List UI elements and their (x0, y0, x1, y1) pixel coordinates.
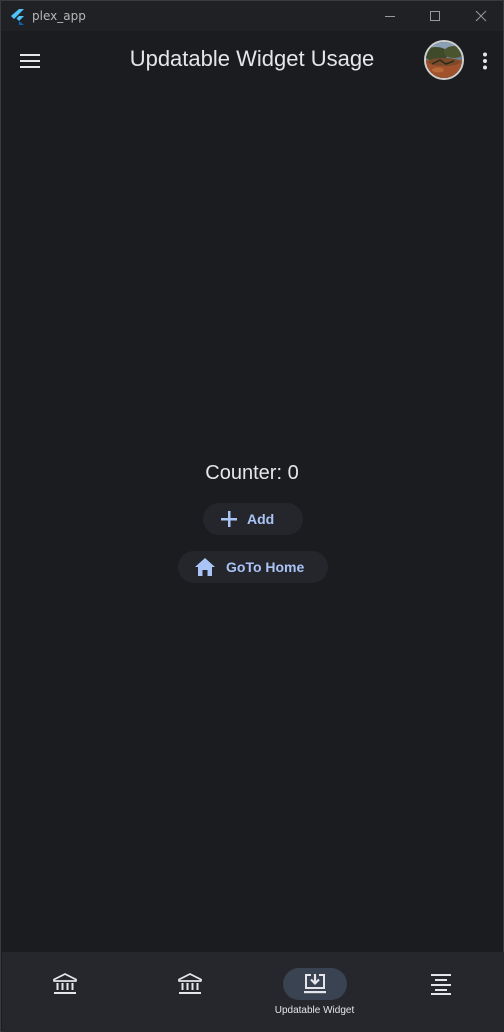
hamburger-menu-icon (20, 54, 40, 68)
window-title: plex_app (32, 9, 86, 23)
app-bar: Updatable Widget Usage (1, 31, 503, 91)
nav-item-label: Updatable Widget (274, 1005, 355, 1016)
nav-item-updatable-widget[interactable]: Updatable Widget (252, 952, 377, 1032)
nav-item-4[interactable] (378, 952, 503, 1032)
nav-icon-container (33, 968, 97, 1000)
minimize-button[interactable] (367, 1, 413, 31)
add-button-label: Add (247, 511, 275, 527)
plus-icon (221, 511, 237, 527)
nav-icon-container (409, 968, 473, 1000)
flutter-logo-icon (11, 9, 24, 25)
close-icon (475, 10, 487, 22)
nav-icon-container (158, 968, 222, 1000)
goto-home-label: GoTo Home (226, 559, 305, 575)
goto-home-button[interactable]: GoTo Home (178, 551, 328, 583)
maximize-icon (430, 11, 440, 21)
more-vert-icon (483, 52, 487, 70)
nav-item-2[interactable] (127, 952, 252, 1032)
bottom-navigation-bar: Updatable Widget (2, 952, 504, 1032)
align-center-icon (430, 974, 451, 995)
app-window: plex_app Updatable Widget Usage Counter:… (0, 0, 504, 1032)
add-button[interactable]: Add (203, 503, 303, 535)
minimize-icon (385, 16, 395, 17)
more-options-button[interactable] (475, 47, 495, 75)
menu-button[interactable] (15, 47, 45, 75)
window-titlebar[interactable]: plex_app (1, 1, 503, 31)
nav-active-indicator (282, 968, 347, 1000)
home-icon (195, 558, 215, 576)
download-to-screen-icon (303, 974, 326, 994)
close-window-button[interactable] (458, 1, 504, 31)
bank-icon (177, 973, 202, 994)
avatar[interactable] (424, 40, 464, 80)
counter-text: Counter: 0 (205, 462, 299, 484)
maximize-button[interactable] (412, 1, 458, 31)
bank-icon (52, 973, 77, 994)
avatar-image (426, 42, 462, 78)
page-title: Updatable Widget Usage (129, 46, 375, 71)
nav-item-1[interactable] (2, 952, 127, 1032)
